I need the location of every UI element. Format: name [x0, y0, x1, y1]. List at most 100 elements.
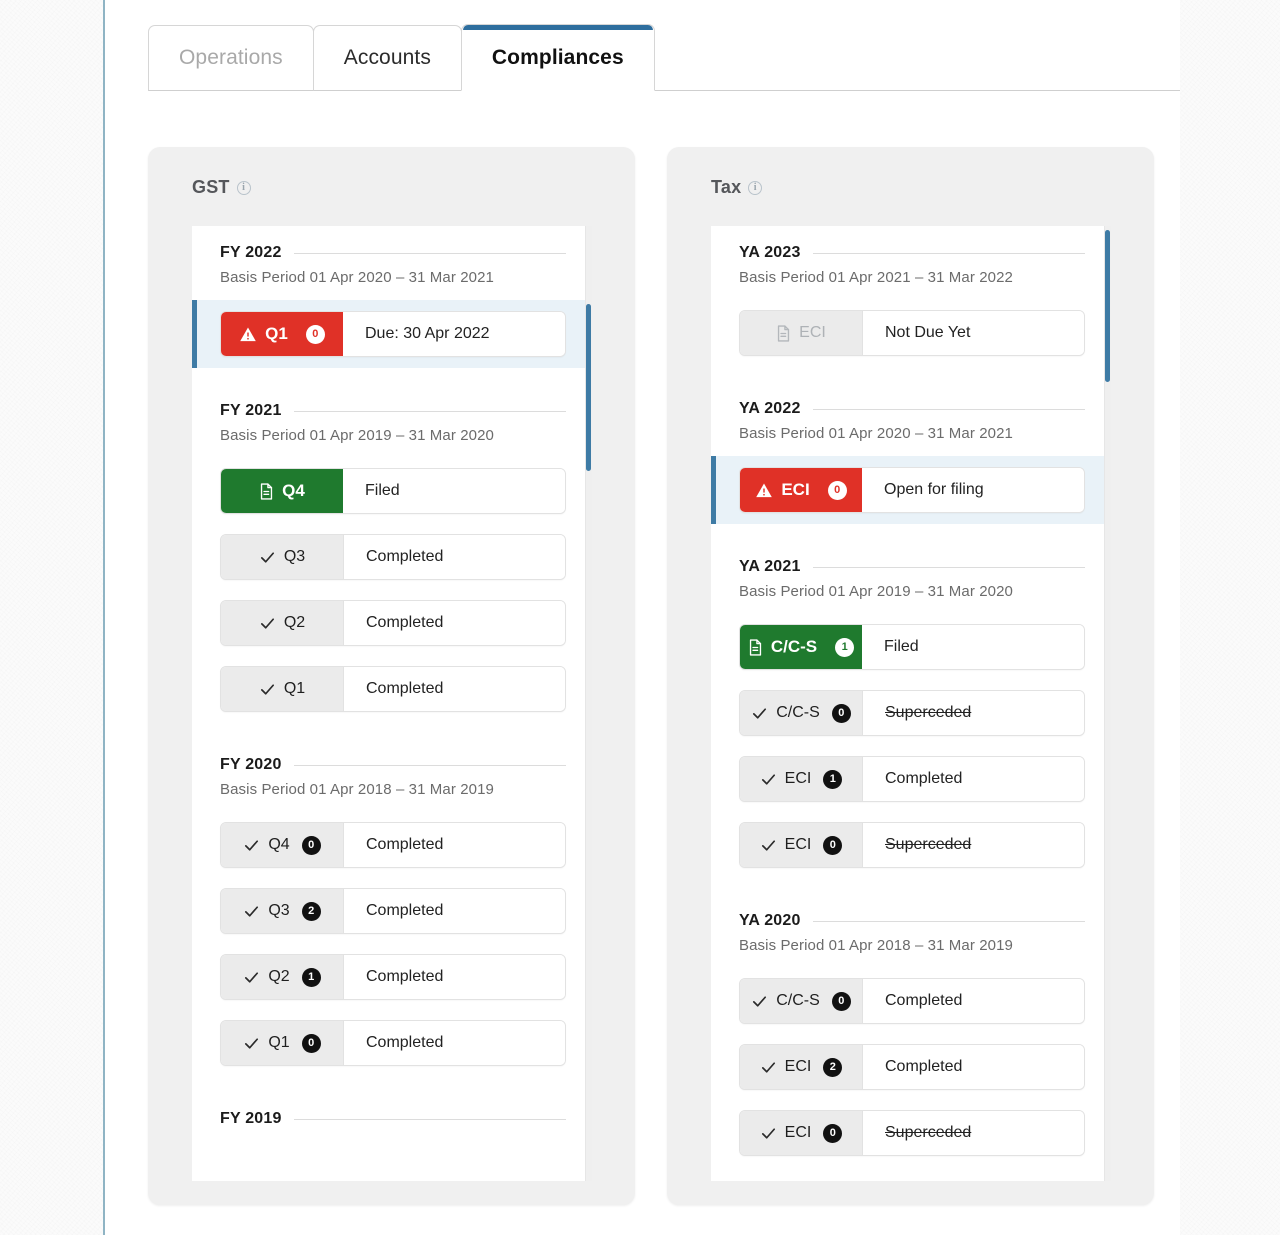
check-icon: [760, 1125, 777, 1142]
check-icon: [760, 1059, 777, 1076]
compliance-row[interactable]: Q2 Completed: [220, 600, 566, 646]
row-period-label: ECI: [784, 1124, 812, 1141]
row-period-label: ECI: [784, 836, 812, 853]
year-divider: [812, 920, 1085, 922]
basis-period: Basis Period 01 Apr 2018 – 31 Mar 2019: [739, 937, 1013, 954]
revision-count-badge: 0: [827, 480, 847, 500]
panel-tax: Tax i YA 2023 Basis Period 01 Apr 2021 – 31…: [667, 147, 1154, 1205]
year-header: FY 2021: [220, 402, 566, 420]
row-period-label: C/C-S: [770, 637, 818, 656]
row-period-label: ECI: [799, 324, 826, 341]
compliance-row[interactable]: Q4 Filed: [220, 468, 566, 514]
row-period-label: C/C-S: [776, 704, 820, 721]
row-status-text: Completed: [862, 757, 1084, 801]
tab-compliances[interactable]: Compliances: [460, 24, 655, 91]
scroll-area[interactable]: FY 2022 Basis Period 01 Apr 2020 – 31 Mar…: [192, 226, 592, 1181]
row-period-label: Q2: [283, 614, 306, 631]
year-divider: [812, 408, 1085, 410]
revision-count-badge: 2: [823, 1057, 843, 1077]
year-label: YA 2022: [739, 400, 801, 417]
row-status-text: Completed: [343, 1021, 565, 1065]
compliance-row[interactable]: Q1 0 Completed: [220, 1020, 566, 1066]
tab-accounts[interactable]: Accounts: [312, 25, 462, 91]
tab-label: Accounts: [343, 46, 431, 69]
year-label: YA 2023: [739, 244, 801, 261]
compliance-row[interactable]: ECI 0 Superceded: [739, 1110, 1085, 1156]
compliance-row[interactable]: Q3 Completed: [220, 534, 566, 580]
compliance-row[interactable]: Q1 Completed: [220, 666, 566, 712]
year-label: FY 2022: [220, 244, 282, 261]
check-icon: [243, 1035, 260, 1052]
compliance-row-wrapper: Q4 0 Completed: [220, 812, 566, 878]
panel-title-text: Tax: [711, 177, 742, 197]
compliance-row-wrapper: Q3 Completed: [220, 524, 566, 590]
compliance-row[interactable]: ECI 0 Open for filing: [739, 467, 1085, 513]
compliance-row[interactable]: Q1 0 Due: 30 Apr 2022: [220, 311, 566, 357]
scrollbar-thumb[interactable]: [586, 304, 591, 471]
row-period-tag: Q2 1: [221, 955, 343, 999]
compliance-row[interactable]: ECI 0 Superceded: [739, 822, 1085, 868]
scrollbar-track[interactable]: [1104, 226, 1111, 1181]
compliance-row-wrapper: Q2 Completed: [220, 590, 566, 656]
row-period-tag: ECI 0: [740, 1111, 862, 1155]
row-period-label: Q4: [268, 836, 290, 853]
row-period-tag: ECI 1: [740, 757, 862, 801]
row-period-tag: C/C-S 0: [740, 979, 862, 1023]
compliance-row[interactable]: C/C-S 0 Superceded: [739, 690, 1085, 736]
row-status-text: Due: 30 Apr 2022: [343, 312, 565, 356]
compliance-row-wrapper: Q2 1 Completed: [220, 944, 566, 1010]
row-status-text: Completed: [862, 979, 1084, 1023]
compliance-row[interactable]: Q3 2 Completed: [220, 888, 566, 934]
compliance-row-wrapper: Q3 2 Completed: [220, 878, 566, 944]
row-status-text: Completed: [343, 667, 565, 711]
revision-count-badge: 0: [301, 835, 321, 855]
row-status-text: Open for filing: [862, 468, 1084, 512]
year-divider: [293, 764, 566, 766]
tab-bar: Operations Accounts Compliances: [148, 24, 1180, 91]
document-icon: [776, 324, 791, 342]
row-period-tag: ECI 0: [740, 823, 862, 867]
revision-count-badge: 2: [301, 901, 321, 921]
panel-title: GST i: [148, 177, 635, 198]
revision-count-badge: 0: [305, 324, 325, 344]
scrollbar-track[interactable]: [585, 226, 592, 1181]
year-divider: [293, 410, 566, 412]
info-icon[interactable]: i: [748, 180, 763, 195]
row-period-label: C/C-S: [776, 992, 820, 1009]
tab-list: Operations Accounts Compliances: [148, 24, 1180, 91]
compliance-row[interactable]: ECI Not Due Yet: [739, 310, 1085, 356]
compliance-row[interactable]: Q4 0 Completed: [220, 822, 566, 868]
year-label: YA 2021: [739, 558, 801, 575]
compliance-row[interactable]: Q2 1 Completed: [220, 954, 566, 1000]
compliance-row[interactable]: ECI 1 Completed: [739, 756, 1085, 802]
year-header: YA 2022: [739, 400, 1085, 418]
scroll-content: YA 2023 Basis Period 01 Apr 2021 – 31 Mar…: [711, 226, 1111, 1166]
info-icon[interactable]: i: [236, 180, 251, 195]
row-status-text: Completed: [343, 535, 565, 579]
row-period-label: Q1: [268, 1034, 290, 1051]
check-icon: [243, 837, 260, 854]
revision-count-badge: 0: [823, 835, 843, 855]
scrollbar-thumb[interactable]: [1105, 230, 1110, 382]
scroll-content: FY 2022 Basis Period 01 Apr 2020 – 31 Mar…: [192, 226, 592, 1128]
year-header: FY 2022: [220, 244, 566, 262]
row-period-tag: Q2: [221, 601, 343, 645]
row-period-label: Q2: [268, 968, 290, 985]
revision-count-badge: 1: [835, 637, 855, 657]
row-status-text: Completed: [343, 823, 565, 867]
year-divider: [812, 566, 1085, 568]
compliance-row[interactable]: C/C-S 1 Filed: [739, 624, 1085, 670]
compliance-row-highlighted: ECI 0 Open for filing: [711, 456, 1111, 524]
tab-operations[interactable]: Operations: [148, 25, 314, 91]
year-header: FY 2019: [220, 1110, 566, 1128]
compliance-row[interactable]: C/C-S 0 Completed: [739, 978, 1085, 1024]
check-icon: [751, 993, 768, 1010]
year-header: YA 2020: [739, 912, 1085, 930]
scroll-area[interactable]: YA 2023 Basis Period 01 Apr 2021 – 31 Mar…: [711, 226, 1111, 1181]
row-period-label: Q3: [283, 548, 306, 565]
compliance-row[interactable]: ECI 2 Completed: [739, 1044, 1085, 1090]
revision-count-badge: 1: [823, 769, 843, 789]
year-group: FY 2021 Basis Period 01 Apr 2019 – 31 Mar…: [192, 402, 592, 722]
row-period-tag: ECI 2: [740, 1045, 862, 1089]
compliance-row-wrapper: C/C-S 0 Completed: [739, 968, 1085, 1034]
